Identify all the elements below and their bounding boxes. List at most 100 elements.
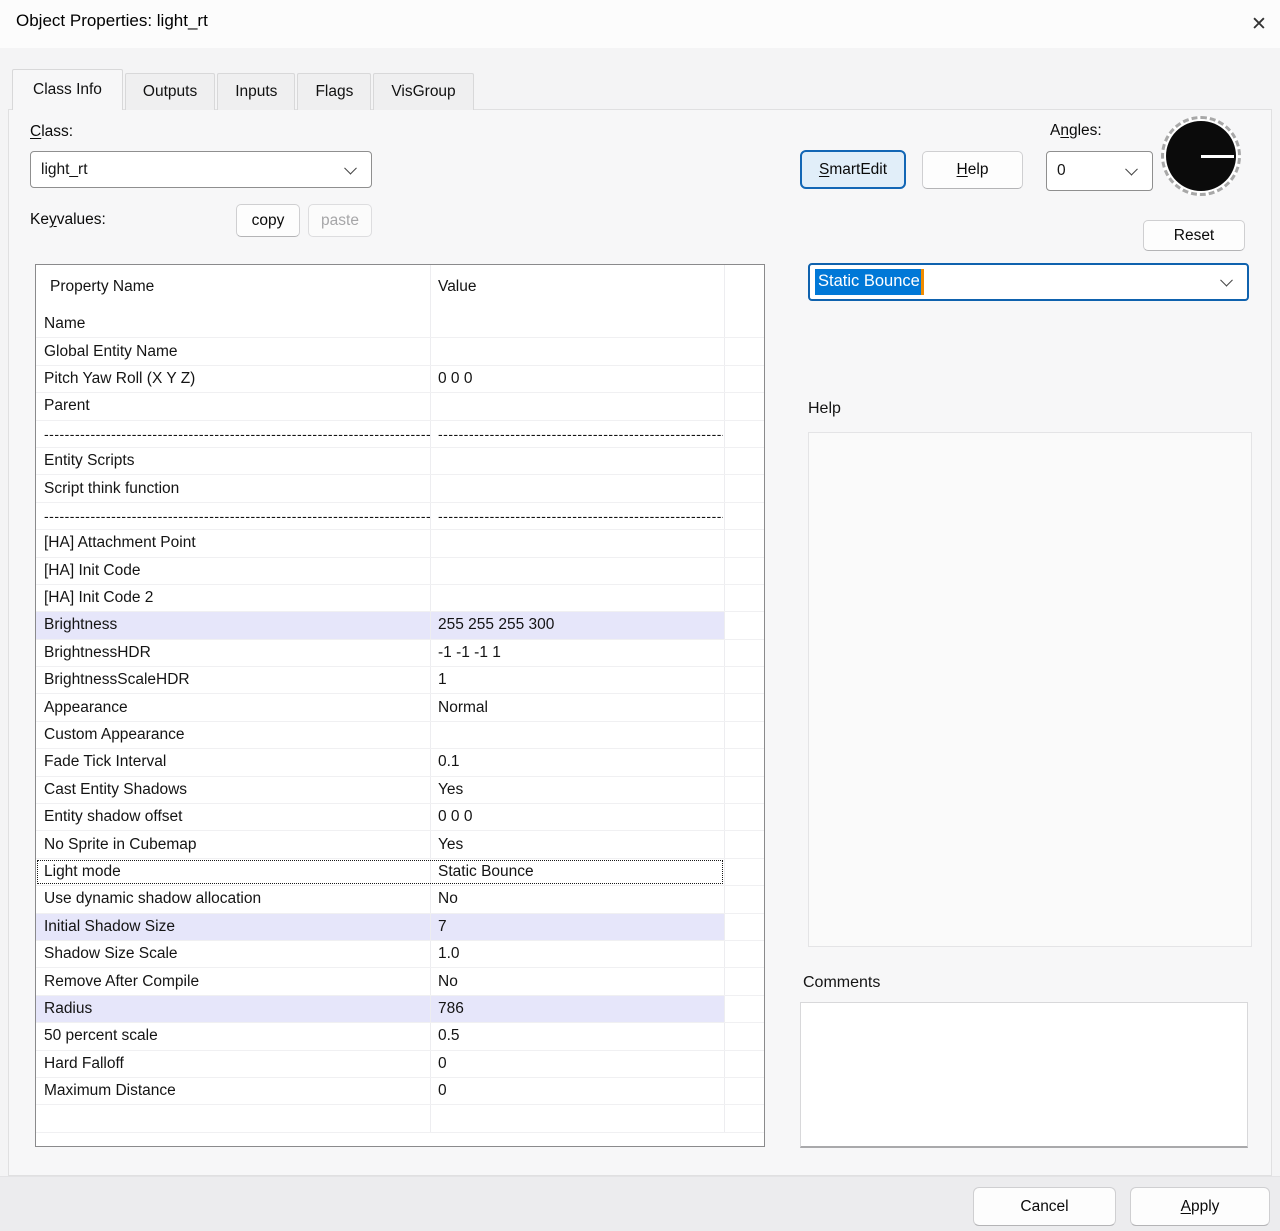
property-value-cell: Static Bounce [431,859,723,885]
property-row[interactable]: No Sprite in Cubemap Yes [36,831,764,858]
property-row[interactable]: Entity Scripts [36,448,764,475]
property-value-cell: Normal [431,694,723,720]
property-value-cell: 0.5 [431,1023,723,1049]
property-extra-cell [724,530,764,556]
property-row[interactable]: Brightness 255 255 255 300 [36,612,764,639]
property-name-cell: Shadow Size Scale [36,941,431,967]
property-value-cell: 1.0 [431,941,723,967]
property-name-cell: Entity Scripts [36,448,431,474]
property-value-cell: No [431,886,723,912]
property-value-cell [431,585,723,611]
copy-button[interactable]: copy [236,204,300,237]
property-row[interactable]: [HA] Attachment Point [36,530,764,557]
property-extra-cell [724,421,764,447]
property-row[interactable]: Script think function [36,475,764,502]
property-extra-cell [724,338,764,364]
property-value-cell: 0 [431,1051,723,1077]
keyvalues-label: Keyvalues: [30,211,106,229]
light-mode-combobox[interactable]: Static Bounce [808,263,1249,301]
property-value-cell [431,558,723,584]
chevron-down-icon [344,161,357,174]
property-row[interactable]: BrightnessScaleHDR 1 [36,667,764,694]
property-value-cell [431,530,723,556]
property-row[interactable]: Shadow Size Scale 1.0 [36,941,764,968]
help-button[interactable]: Help [922,151,1023,189]
cancel-button[interactable]: Cancel [973,1187,1116,1226]
column-header-extra [724,265,764,311]
angle-needle [1201,155,1234,158]
property-row[interactable]: Fade Tick Interval 0.1 [36,749,764,776]
property-row[interactable]: Pitch Yaw Roll (X Y Z) 0 0 0 [36,366,764,393]
property-row[interactable]: ----------------------------------------… [36,503,764,530]
property-extra-cell [724,749,764,775]
property-row[interactable]: Initial Shadow Size 7 [36,914,764,941]
property-row[interactable]: Entity shadow offset 0 0 0 [36,804,764,831]
reset-button[interactable]: Reset [1143,220,1245,251]
tab[interactable]: Inputs [217,73,295,110]
angle-dial[interactable] [1161,116,1241,196]
comments-textarea[interactable] [800,1002,1248,1148]
property-row[interactable]: Remove After Compile No [36,968,764,995]
property-extra-cell [724,859,764,885]
property-extra-cell [724,804,764,830]
property-value-cell: Yes [431,777,723,803]
comments-label: Comments [803,974,880,992]
paste-button[interactable]: paste [308,204,372,237]
chevron-down-icon [1125,163,1138,176]
help-panel-label: Help [808,400,841,418]
property-value-cell: 1 [431,667,723,693]
chevron-down-icon [1220,274,1233,287]
tab[interactable]: Flags [297,73,371,110]
property-row[interactable]: 50 percent scale 0.5 [36,1023,764,1050]
property-row[interactable]: Global Entity Name [36,338,764,365]
property-row[interactable]: Appearance Normal [36,694,764,721]
property-name-cell: Appearance [36,694,431,720]
property-name-cell: Script think function [36,475,431,501]
angles-combobox[interactable]: 0 [1046,151,1153,191]
property-row[interactable]: Radius 786 [36,996,764,1023]
tab[interactable]: Class Info [12,69,123,110]
class-combobox-value: light_rt [41,161,88,179]
property-value-cell: No [431,968,723,994]
property-name-cell: Fade Tick Interval [36,749,431,775]
property-row[interactable]: Use dynamic shadow allocation No [36,886,764,913]
smartedit-button[interactable]: SmartEdit [800,150,906,189]
property-row[interactable]: ----------------------------------------… [36,421,764,448]
property-name-cell: [HA] Attachment Point [36,530,431,556]
property-name-cell: Entity shadow offset [36,804,431,830]
property-value-cell: ----------------------------------------… [431,421,723,447]
property-value-cell: -1 -1 -1 1 [431,640,723,666]
property-value-cell: 0 0 0 [431,366,723,392]
property-row[interactable] [36,1105,764,1132]
column-header-value: Value [431,265,724,311]
property-value-cell [431,475,723,501]
property-name-cell: Cast Entity Shadows [36,777,431,803]
class-combobox[interactable]: light_rt [30,151,372,188]
property-extra-cell [724,585,764,611]
property-row[interactable]: Parent [36,393,764,420]
tab[interactable]: Outputs [125,73,215,110]
property-row[interactable]: [HA] Init Code [36,558,764,585]
property-row[interactable]: Hard Falloff 0 [36,1051,764,1078]
apply-button[interactable]: Apply [1130,1187,1270,1226]
property-row[interactable]: Cast Entity Shadows Yes [36,777,764,804]
property-extra-cell [724,640,764,666]
keyvalues-table: Property Name Value Name Global Entity N… [35,264,765,1147]
property-row[interactable]: Custom Appearance [36,722,764,749]
close-button[interactable]: ✕ [1240,6,1278,42]
property-row[interactable]: Light mode Static Bounce [36,859,764,886]
table-header: Property Name Value [36,265,764,311]
property-row[interactable]: Maximum Distance 0 [36,1078,764,1105]
tab-label: Class Info [33,81,102,99]
property-extra-cell [724,968,764,994]
property-value-cell: 786 [431,996,723,1022]
property-extra-cell [724,1051,764,1077]
property-extra-cell [724,503,764,529]
property-row[interactable]: BrightnessHDR -1 -1 -1 1 [36,640,764,667]
tab[interactable]: VisGroup [373,73,473,110]
property-name-cell: [HA] Init Code 2 [36,585,431,611]
property-value-cell: 7 [431,914,723,940]
property-row[interactable]: Name [36,311,764,338]
window-title: Object Properties: light_rt [16,11,208,31]
property-row[interactable]: [HA] Init Code 2 [36,585,764,612]
